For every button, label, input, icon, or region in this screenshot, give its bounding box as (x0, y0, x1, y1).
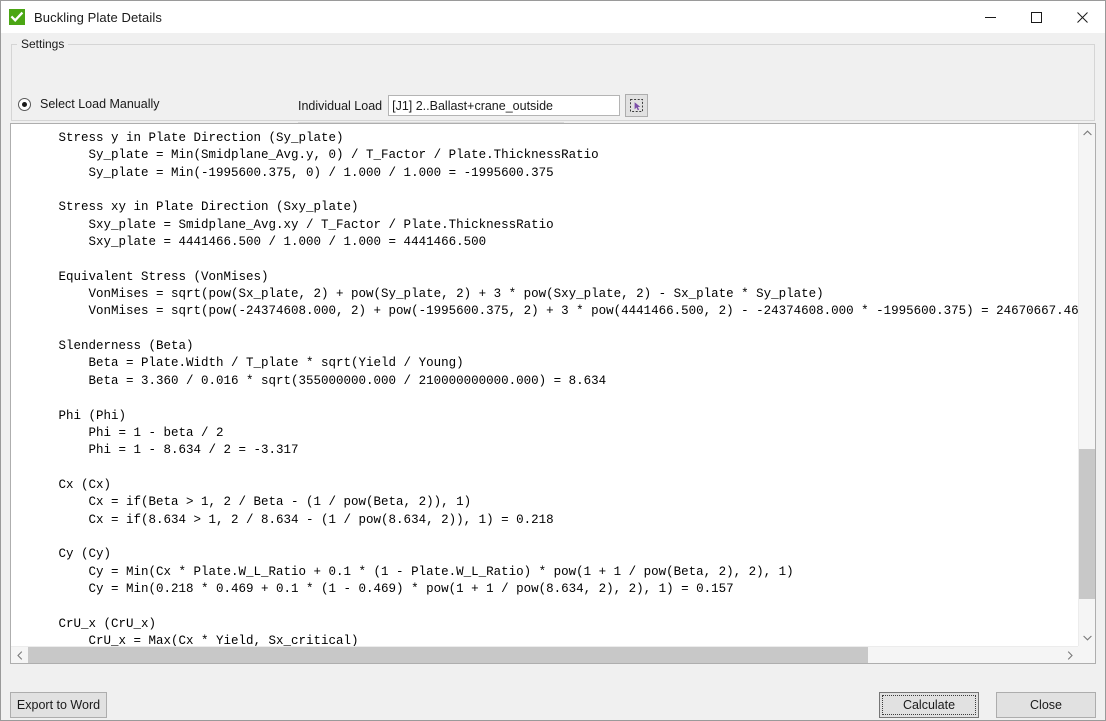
calculation-report-panel: Stress y in Plate Direction (Sy_plate) S… (10, 123, 1096, 664)
radio-manual-label: Select Load Manually (40, 97, 160, 111)
selection-cursor-icon-button[interactable] (625, 94, 648, 117)
calculate-button[interactable]: Calculate (879, 692, 979, 718)
calculate-button-label: Calculate (903, 698, 955, 712)
individual-load-caption: Individual Load (298, 99, 382, 113)
individual-load-input[interactable] (388, 95, 620, 116)
close-button[interactable]: Close (996, 692, 1096, 718)
calculation-report-viewport[interactable]: Stress y in Plate Direction (Sy_plate) S… (11, 124, 1078, 646)
chevron-right-icon[interactable] (1061, 647, 1078, 664)
selection-cursor-icon (629, 98, 644, 113)
green-check-icon (9, 9, 25, 25)
minimize-button[interactable] (967, 1, 1013, 33)
maximize-button[interactable] (1013, 1, 1059, 33)
chevron-up-icon[interactable] (1079, 124, 1096, 141)
settings-group-label: Settings (17, 37, 68, 51)
calculation-report-text: Stress y in Plate Direction (Sy_plate) S… (11, 124, 1078, 646)
individual-load-row: Individual Load (298, 94, 648, 117)
vertical-scrollbar-thumb[interactable] (1079, 449, 1095, 599)
horizontal-scrollbar[interactable] (11, 646, 1078, 663)
vertical-scrollbar[interactable] (1078, 124, 1095, 646)
close-window-button[interactable] (1059, 1, 1105, 33)
title-bar: Buckling Plate Details (1, 1, 1105, 33)
footer-bar: Export to Word Calculate Close (1, 664, 1105, 720)
radio-select-load-manually[interactable]: Select Load Manually (18, 97, 160, 111)
settings-section: Settings Select Load Manually Take Gover… (1, 33, 1105, 123)
buckling-plate-details-window: Buckling Plate Details Settings Select L… (0, 0, 1106, 721)
chevron-down-icon[interactable] (1079, 629, 1096, 646)
scrollbar-corner (1078, 646, 1095, 663)
radio-manual-indicator[interactable] (18, 98, 31, 111)
window-controls (967, 1, 1105, 33)
export-to-word-button[interactable]: Export to Word (10, 692, 107, 718)
chevron-left-icon[interactable] (11, 647, 28, 664)
window-title: Buckling Plate Details (34, 10, 162, 25)
horizontal-scrollbar-thumb[interactable] (28, 647, 868, 663)
